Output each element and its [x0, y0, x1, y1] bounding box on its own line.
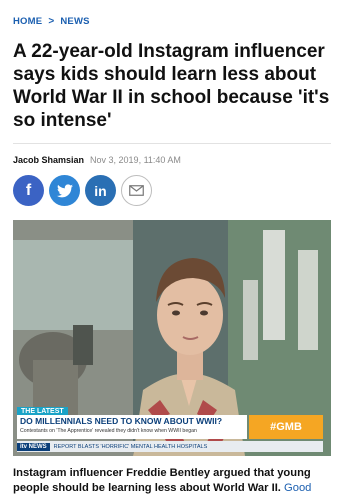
tv-headline: DO MILLENNIALS NEED TO KNOW ABOUT WWII?	[20, 416, 223, 426]
article-photo[interactable]: THE LATEST DO MILLENNIALS NEED TO KNOW A…	[13, 220, 331, 456]
twitter-share-button[interactable]	[49, 175, 80, 206]
publish-date: Nov 3, 2019, 11:40 AM	[90, 155, 181, 165]
caption-text: Instagram influencer Freddie Bentley arg…	[13, 467, 311, 494]
linkedin-share-button[interactable]: in	[85, 175, 116, 206]
breadcrumb-news-link[interactable]: NEWS	[60, 16, 89, 27]
itv-news-logo: itv NEWS	[17, 442, 50, 451]
byline: Jacob Shamsian Nov 3, 2019, 11:40 AM	[13, 155, 181, 165]
breadcrumb: HOME > NEWS	[13, 16, 90, 27]
author-name[interactable]: Jacob Shamsian	[13, 155, 84, 165]
tv-lower-third: DO MILLENNIALS NEED TO KNOW ABOUT WWII? …	[17, 415, 247, 439]
tv-subheadline: Contestants on 'The Apprentice' revealed…	[20, 428, 197, 434]
breadcrumb-home-link[interactable]: HOME	[13, 16, 42, 27]
email-icon	[129, 185, 144, 196]
share-bar: f in	[13, 175, 152, 206]
facebook-share-button[interactable]: f	[13, 175, 44, 206]
article-headline: A 22-year-old Instagram influencer says …	[13, 41, 330, 131]
linkedin-icon: in	[94, 182, 107, 199]
email-share-button[interactable]	[121, 175, 152, 206]
twitter-icon	[56, 183, 73, 197]
gmb-hashtag: #GMB	[249, 415, 323, 439]
facebook-icon: f	[25, 181, 32, 199]
ticker-text: REPORT BLASTS 'HORRIFIC' MENTAL HEALTH H…	[53, 443, 208, 450]
byline-divider	[13, 143, 331, 144]
news-ticker: itv NEWS REPORT BLASTS 'HORRIFIC' MENTAL…	[17, 441, 323, 452]
photo-caption: Instagram influencer Freddie Bentley arg…	[13, 466, 335, 496]
caption-continuation-link[interactable]: Good	[284, 482, 311, 494]
breadcrumb-separator: >	[48, 16, 55, 27]
